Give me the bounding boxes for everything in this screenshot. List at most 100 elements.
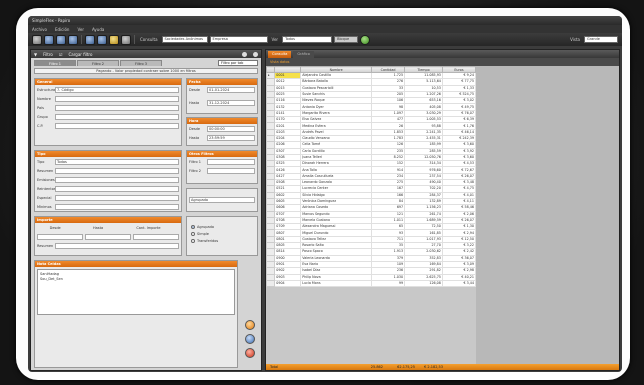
- registro-section: Agrupado: [186, 188, 258, 212]
- cell-tiempo[interactable]: 126,08: [404, 279, 443, 288]
- filter-tabs: Filtro 1 Filtro 2 Filtro 3 Filtro por ta…: [31, 58, 261, 66]
- go-icon[interactable]: [360, 34, 371, 45]
- importe-resumen-input[interactable]: [55, 242, 179, 249]
- emisiones-input[interactable]: [55, 176, 179, 183]
- field-label: Especial: [37, 195, 52, 200]
- totals-euros: € 2.182,53: [424, 365, 443, 369]
- especial-input[interactable]: [55, 194, 179, 201]
- row-indicator[interactable]: [265, 279, 276, 288]
- field-row: Especial: [35, 193, 181, 202]
- field-row: C.P.: [35, 121, 181, 130]
- nota-textarea[interactable]: SaniHadag Sou_Det_Sen: [37, 269, 235, 315]
- cell-code[interactable]: 0904: [274, 279, 302, 288]
- menu-item-ayuda[interactable]: Ayuda: [92, 27, 104, 32]
- menu-item-edicion[interactable]: Edición: [55, 27, 69, 32]
- radio-simple[interactable]: Simple: [187, 230, 257, 237]
- field-row: Grupo: [35, 112, 181, 121]
- hora-section: Hora Desde 00:00:00 Hasta 23:59:59: [186, 117, 258, 146]
- filter-notice: Pagando - Valor propiedad contraer sobre…: [34, 68, 258, 74]
- cp-input[interactable]: [55, 122, 179, 129]
- field-label: Resumen: [37, 243, 54, 248]
- cell-nombre[interactable]: Lucía Mons: [300, 279, 373, 288]
- general-section: General Estructura 7. Código Nombre País …: [34, 78, 182, 146]
- radio-agrupado[interactable]: Agrupado: [187, 223, 257, 230]
- field-label: Hasta: [189, 135, 200, 140]
- field-row: Resumen: [35, 241, 181, 250]
- estructura-input[interactable]: 7. Código: [55, 86, 179, 93]
- filter-panel-header: ▼ Filtro ☑ Cargar filtro: [31, 50, 261, 58]
- pais-input[interactable]: [55, 104, 179, 111]
- field-row: Hasta 31-12-2024: [187, 98, 257, 107]
- field-label: Emisiones: [37, 177, 55, 182]
- otro-filtro-1-input[interactable]: [207, 158, 255, 165]
- toolbar-separator: [134, 35, 135, 44]
- grid-panel: Consulta Gráfico Vista datos Nombre Cant…: [265, 49, 620, 371]
- settings-icon[interactable]: [121, 34, 131, 45]
- fecha-desde-input[interactable]: 01-01-2024: [207, 86, 255, 93]
- registro-select[interactable]: Agrupado: [189, 196, 255, 203]
- consulta-select[interactable]: Sociedades Anónimas: [161, 36, 208, 43]
- back-icon[interactable]: [44, 34, 54, 45]
- app-window: SimpleFlex - Papiro Archivo Edición Ver …: [28, 16, 622, 372]
- resumen-input[interactable]: [55, 167, 179, 174]
- ver-select[interactable]: Todos: [282, 36, 333, 43]
- bloque-select[interactable]: Bloque: [334, 36, 359, 43]
- hora-hasta-input[interactable]: 23:59:59: [207, 134, 255, 141]
- importe-section: Importe Desde Hasta Cant. Importe Resume…: [34, 216, 182, 256]
- refresh-icon[interactable]: [68, 34, 78, 45]
- tab-filtro-1[interactable]: Filtro 1: [34, 60, 76, 66]
- cell-cantidad[interactable]: 99: [371, 279, 406, 288]
- add-icon[interactable]: [245, 320, 255, 330]
- save-icon[interactable]: [85, 34, 95, 45]
- load-filter-checkbox[interactable]: ☑: [59, 52, 63, 57]
- grupo-input[interactable]: [55, 113, 179, 120]
- nombre-input[interactable]: [55, 95, 179, 102]
- minimos-input[interactable]: [55, 203, 179, 210]
- radio-dot: [191, 231, 195, 236]
- title-bar: SimpleFlex - Papiro: [28, 16, 622, 25]
- table-row[interactable]: 0904 Lucía Mons 99 126,08 € 3,44: [265, 279, 477, 288]
- reintentos-input[interactable]: [55, 185, 179, 192]
- importe-cantidad-input[interactable]: [133, 233, 179, 240]
- nota-line: Sou_Det_Sen: [40, 277, 63, 281]
- cell-euros[interactable]: € 3,44: [441, 279, 477, 288]
- nota-section: Nota Celdas SaniHadag Sou_Det_Sen: [34, 260, 238, 368]
- field-label: Hasta: [189, 100, 200, 105]
- tab-consulta[interactable]: Consulta: [268, 50, 292, 58]
- pin-icon[interactable]: [242, 51, 247, 57]
- menu-bar: Archivo Edición Ver Ayuda: [28, 25, 622, 33]
- field-row: Agrupado: [187, 195, 257, 204]
- tab-filtro-2[interactable]: Filtro 2: [77, 60, 119, 66]
- menu-item-archivo[interactable]: Archivo: [32, 27, 47, 32]
- load-filter-label: Cargar filtro: [68, 51, 93, 57]
- edit-icon[interactable]: [245, 334, 255, 344]
- menu-item-ver[interactable]: Ver: [77, 27, 84, 32]
- otros-section: Otros Filtros Filtro 1 Filtro 2: [186, 150, 258, 184]
- print-icon[interactable]: [97, 34, 107, 45]
- fecha-hasta-input[interactable]: 31-12-2024: [207, 99, 255, 106]
- field-label: Grupo: [37, 114, 48, 119]
- hora-desde-input[interactable]: 00:00:00: [207, 125, 255, 132]
- otro-filtro-2-input[interactable]: [207, 167, 255, 174]
- field-label: Desde: [189, 87, 201, 92]
- new-icon[interactable]: [32, 34, 42, 45]
- filter-tab-select[interactable]: Filtro por tab: [218, 60, 258, 66]
- tipo-section: Tipo Tipo Todas Resumen Emisiones Reinten…: [34, 150, 182, 212]
- field-row: Estructura 7. Código: [35, 85, 181, 94]
- tab-grafico[interactable]: Gráfico: [293, 50, 314, 58]
- importe-input-row: [35, 232, 181, 241]
- importe-desde-input[interactable]: [37, 233, 83, 240]
- forward-icon[interactable]: [56, 34, 66, 45]
- delete-icon[interactable]: [245, 348, 255, 358]
- radio-transferidos[interactable]: Transferidos: [187, 237, 257, 244]
- close-icon[interactable]: [253, 51, 258, 57]
- export-icon[interactable]: [109, 34, 119, 45]
- importe-hasta-input[interactable]: [85, 233, 131, 240]
- importe-col-label: Cant. Importe: [136, 225, 161, 230]
- radio-label: Agrupado: [197, 224, 215, 229]
- field-row: Filtro 2: [187, 166, 257, 175]
- empresa-select[interactable]: Empresa: [209, 36, 268, 43]
- tipo-select[interactable]: Todas: [55, 158, 179, 165]
- vista-select[interactable]: Grande: [584, 36, 618, 43]
- tab-filtro-3[interactable]: Filtro 3: [120, 60, 162, 66]
